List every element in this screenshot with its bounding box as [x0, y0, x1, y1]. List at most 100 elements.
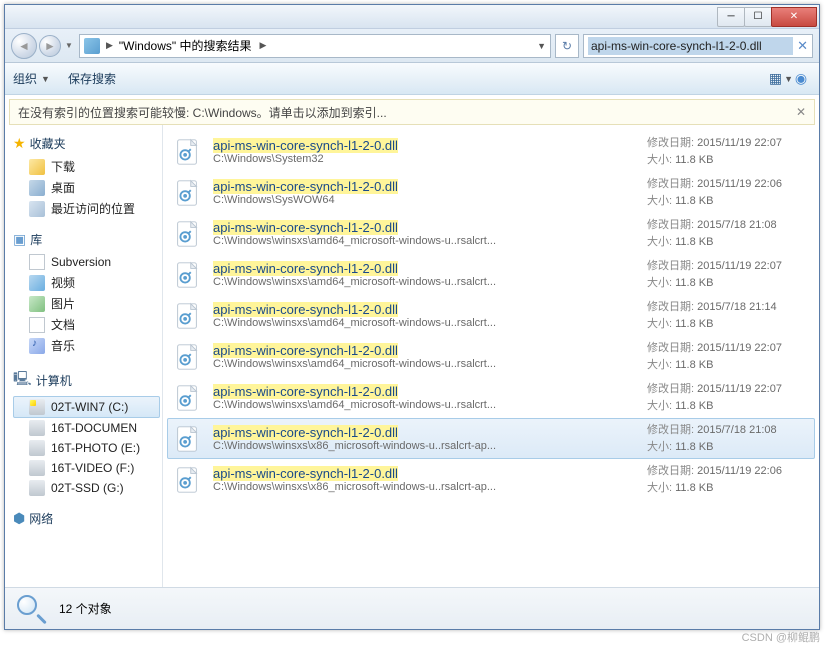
drive-icon: [29, 399, 45, 415]
view-options-button[interactable]: ▦▼: [771, 69, 791, 89]
sidebar-item-music[interactable]: 音乐: [13, 335, 162, 356]
title-bar: ─ ☐ ✕: [5, 5, 819, 29]
dll-file-icon: [171, 259, 203, 291]
caption-buttons: ─ ☐ ✕: [718, 7, 817, 27]
refresh-button[interactable]: ↻: [555, 34, 579, 58]
result-path: C:\Windows\System32: [213, 153, 637, 165]
result-row[interactable]: api-ms-win-core-synch-l1-2-0.dllC:\Windo…: [167, 336, 815, 377]
result-title: api-ms-win-core-synch-l1-2-0.dll: [213, 179, 637, 194]
maximize-button[interactable]: ☐: [744, 7, 772, 27]
sidebar-item-videos[interactable]: 视频: [13, 272, 162, 293]
dll-file-icon: [171, 300, 203, 332]
sidebar-item-documents[interactable]: 文档: [13, 314, 162, 335]
video-icon: [29, 275, 45, 291]
indexing-info-bar[interactable]: 在没有索引的位置搜索可能较慢: C:\Windows。请单击以添加到索引... …: [9, 99, 815, 125]
result-title: api-ms-win-core-synch-l1-2-0.dll: [213, 466, 637, 481]
result-path: C:\Windows\winsxs\x86_microsoft-windows-…: [213, 481, 637, 493]
breadcrumb-bar[interactable]: ▶ "Windows" 中的搜索结果 ▶ ▼: [79, 34, 551, 58]
nav-buttons: ◄ ► ▼: [11, 33, 75, 59]
sidebar-item-downloads[interactable]: 下载: [13, 156, 162, 177]
save-search-button[interactable]: 保存搜索: [68, 70, 116, 87]
drive-icon: [29, 420, 45, 436]
result-row[interactable]: api-ms-win-core-synch-l1-2-0.dllC:\Windo…: [167, 418, 815, 459]
result-main: api-ms-win-core-synch-l1-2-0.dllC:\Windo…: [213, 179, 637, 206]
content-area: ★收藏夹 下载 桌面 最近访问的位置 ▣库 Subversion 视频 图片 文…: [5, 125, 819, 587]
sidebar-item-drive-f[interactable]: 16T-VIDEO (F:): [13, 458, 162, 478]
result-row[interactable]: api-ms-win-core-synch-l1-2-0.dllC:\Windo…: [167, 377, 815, 418]
chevron-down-icon: ▼: [41, 74, 50, 84]
help-button[interactable]: ◉: [791, 69, 811, 89]
computer-group: 🖳计算机 02T-WIN7 (C:) 16T-DOCUMEN 16T-PHOTO…: [13, 368, 162, 498]
chevron-right-icon[interactable]: ▶: [259, 40, 266, 51]
search-summary-icon: [15, 593, 47, 625]
status-bar: 12 个对象: [5, 587, 819, 629]
dll-file-icon: [171, 136, 203, 168]
sidebar-item-drive-g[interactable]: 02T-SSD (G:): [13, 478, 162, 498]
sidebar-item-drive-d[interactable]: 16T-DOCUMEN: [13, 418, 162, 438]
result-path: C:\Windows\winsxs\x86_microsoft-windows-…: [213, 440, 637, 452]
sidebar-item-subversion[interactable]: Subversion: [13, 252, 162, 272]
result-row[interactable]: api-ms-win-core-synch-l1-2-0.dllC:\Windo…: [167, 213, 815, 254]
document-icon: [29, 254, 45, 270]
indexing-info-text: 在没有索引的位置搜索可能较慢: C:\Windows。请单击以添加到索引...: [18, 104, 387, 121]
star-icon: ★: [13, 135, 26, 152]
library-icon: ▣: [13, 231, 26, 248]
network-icon: ⬢: [13, 510, 25, 527]
picture-icon: [29, 296, 45, 312]
recent-icon: [29, 201, 45, 217]
libraries-header[interactable]: ▣库: [13, 231, 162, 248]
result-path: C:\Windows\winsxs\amd64_microsoft-window…: [213, 399, 637, 411]
result-meta: 修改日期: 2015/11/19 22:07大小: 11.8 KB: [647, 258, 807, 291]
result-row[interactable]: api-ms-win-core-synch-l1-2-0.dllC:\Windo…: [167, 172, 815, 213]
search-input[interactable]: [588, 37, 793, 55]
result-row[interactable]: api-ms-win-core-synch-l1-2-0.dllC:\Windo…: [167, 295, 815, 336]
sidebar-item-drive-c[interactable]: 02T-WIN7 (C:): [13, 396, 160, 418]
breadcrumb-segment[interactable]: "Windows" 中的搜索结果: [119, 37, 252, 54]
result-path: C:\Windows\winsxs\amd64_microsoft-window…: [213, 358, 637, 370]
sidebar-item-pictures[interactable]: 图片: [13, 293, 162, 314]
dll-file-icon: [171, 341, 203, 373]
close-banner-icon[interactable]: ✕: [796, 105, 806, 119]
search-box[interactable]: ✕: [583, 34, 813, 58]
result-title: api-ms-win-core-synch-l1-2-0.dll: [213, 261, 637, 276]
watermark: CSDN @柳鲲鹏: [742, 629, 820, 645]
drive-icon: [29, 480, 45, 496]
result-path: C:\Windows\winsxs\amd64_microsoft-window…: [213, 276, 637, 288]
forward-button[interactable]: ►: [39, 35, 61, 57]
minimize-button[interactable]: ─: [717, 7, 745, 27]
item-count: 12 个对象: [59, 600, 112, 617]
result-title: api-ms-win-core-synch-l1-2-0.dll: [213, 343, 637, 358]
result-row[interactable]: api-ms-win-core-synch-l1-2-0.dllC:\Windo…: [167, 131, 815, 172]
sidebar-item-desktop[interactable]: 桌面: [13, 177, 162, 198]
explorer-window: ─ ☐ ✕ ◄ ► ▼ ▶ "Windows" 中的搜索结果 ▶ ▼ ↻ ✕ 组…: [4, 4, 820, 630]
result-main: api-ms-win-core-synch-l1-2-0.dllC:\Windo…: [213, 384, 637, 411]
path-dropdown-icon[interactable]: ▼: [537, 41, 546, 51]
sidebar-item-recent[interactable]: 最近访问的位置: [13, 198, 162, 219]
favorites-header[interactable]: ★收藏夹: [13, 135, 162, 152]
result-main: api-ms-win-core-synch-l1-2-0.dllC:\Windo…: [213, 220, 637, 247]
libraries-group: ▣库 Subversion 视频 图片 文档 音乐: [13, 231, 162, 356]
dll-file-icon: [171, 177, 203, 209]
document-icon: [29, 317, 45, 333]
network-header[interactable]: ⬢网络: [13, 510, 162, 527]
organize-menu[interactable]: 组织▼: [13, 70, 50, 87]
result-row[interactable]: api-ms-win-core-synch-l1-2-0.dllC:\Windo…: [167, 459, 815, 500]
close-button[interactable]: ✕: [771, 7, 817, 27]
address-bar: ◄ ► ▼ ▶ "Windows" 中的搜索结果 ▶ ▼ ↻ ✕: [5, 29, 819, 63]
clear-search-icon[interactable]: ✕: [797, 38, 808, 54]
nav-history-dropdown[interactable]: ▼: [63, 41, 75, 50]
computer-header[interactable]: 🖳计算机: [13, 368, 162, 392]
result-title: api-ms-win-core-synch-l1-2-0.dll: [213, 425, 637, 440]
result-row[interactable]: api-ms-win-core-synch-l1-2-0.dllC:\Windo…: [167, 254, 815, 295]
result-path: C:\Windows\winsxs\amd64_microsoft-window…: [213, 317, 637, 329]
sidebar-item-drive-e[interactable]: 16T-PHOTO (E:): [13, 438, 162, 458]
result-main: api-ms-win-core-synch-l1-2-0.dllC:\Windo…: [213, 343, 637, 370]
result-title: api-ms-win-core-synch-l1-2-0.dll: [213, 384, 637, 399]
folder-icon: [29, 159, 45, 175]
back-button[interactable]: ◄: [11, 33, 37, 59]
desktop-icon: [29, 180, 45, 196]
result-main: api-ms-win-core-synch-l1-2-0.dllC:\Windo…: [213, 425, 637, 452]
computer-icon: 🖳: [13, 368, 32, 392]
result-meta: 修改日期: 2015/7/18 21:08大小: 11.8 KB: [647, 217, 807, 250]
chevron-right-icon[interactable]: ▶: [106, 40, 113, 51]
